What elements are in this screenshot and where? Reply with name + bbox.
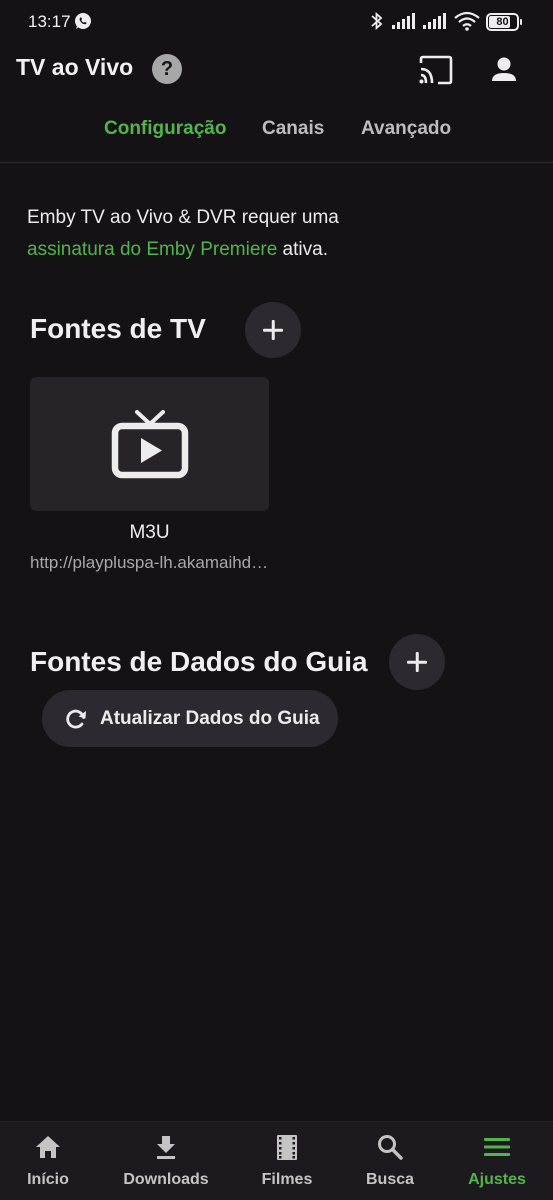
bluetooth-icon (371, 11, 383, 31)
premiere-notice: Emby TV ao Vivo & DVR requer uma assinat… (27, 202, 527, 266)
battery-icon: 80 (486, 13, 522, 31)
battery-level: 80 (496, 16, 509, 28)
tab-canais[interactable]: Canais (262, 118, 324, 140)
wifi-icon (454, 11, 480, 31)
notice-text: Emby TV ao Vivo & DVR requer uma (27, 207, 339, 228)
nav-downloads[interactable]: Downloads (111, 1122, 221, 1200)
tab-configuracao[interactable]: Configuração (104, 118, 226, 140)
notice-suffix: ativa. (277, 239, 328, 260)
nav-label-busca: Busca (365, 1171, 415, 1188)
film-icon (277, 1135, 297, 1160)
cast-icon[interactable] (418, 55, 454, 85)
nav-label-ajustes: Ajustes (468, 1171, 526, 1188)
home-icon (36, 1136, 60, 1158)
user-icon[interactable] (488, 54, 520, 86)
nav-label-filmes: Filmes (261, 1171, 313, 1188)
refresh-guide-label: Atualizar Dados do Guia (100, 708, 320, 729)
search-icon (378, 1135, 403, 1160)
tv-source-url: http://playpluspa-lh.akamaihd.net/ (30, 553, 269, 572)
menu-icon (484, 1138, 510, 1156)
signal-icon-2 (423, 13, 446, 29)
divider (0, 162, 553, 163)
download-icon (157, 1136, 175, 1159)
nav-filmes[interactable]: Filmes (232, 1122, 342, 1200)
bottom-nav: Início Downloads Filmes Busca Ajustes (0, 1121, 553, 1200)
tv-source-name: M3U (129, 522, 170, 543)
add-guide-source-button[interactable] (389, 634, 445, 690)
tv-sources-title: Fontes de TV (30, 313, 206, 344)
nav-label-inicio: Início (27, 1171, 69, 1188)
signal-icon (392, 13, 415, 29)
live-tv-icon (111, 410, 189, 479)
nav-inicio[interactable]: Início (0, 1122, 103, 1200)
nav-label-downloads: Downloads (123, 1171, 209, 1188)
help-button[interactable]: ? (152, 54, 182, 84)
add-tv-source-button[interactable] (245, 302, 301, 358)
premiere-link[interactable]: assinatura do Emby Premiere (27, 239, 277, 260)
app-screen: 13:17 80 TV ao Vivo ? Configuração Canai… (0, 0, 553, 1200)
nav-busca[interactable]: Busca (335, 1122, 445, 1200)
status-bar: 13:17 80 (0, 0, 553, 46)
tab-bar: Configuração Canais Avançado (0, 110, 553, 148)
help-icon: ? (160, 58, 174, 80)
status-time: 13:17 (28, 12, 71, 31)
whatsapp-icon (75, 13, 91, 29)
refresh-icon (66, 709, 86, 729)
tv-source-card[interactable] (30, 377, 269, 511)
guide-sources-title: Fontes de Dados do Guia (30, 646, 368, 677)
page-title: TV ao Vivo (16, 54, 134, 80)
nav-ajustes[interactable]: Ajustes (442, 1122, 552, 1200)
tab-avancado[interactable]: Avançado (361, 118, 451, 140)
refresh-guide-button[interactable]: Atualizar Dados do Guia (42, 690, 338, 747)
